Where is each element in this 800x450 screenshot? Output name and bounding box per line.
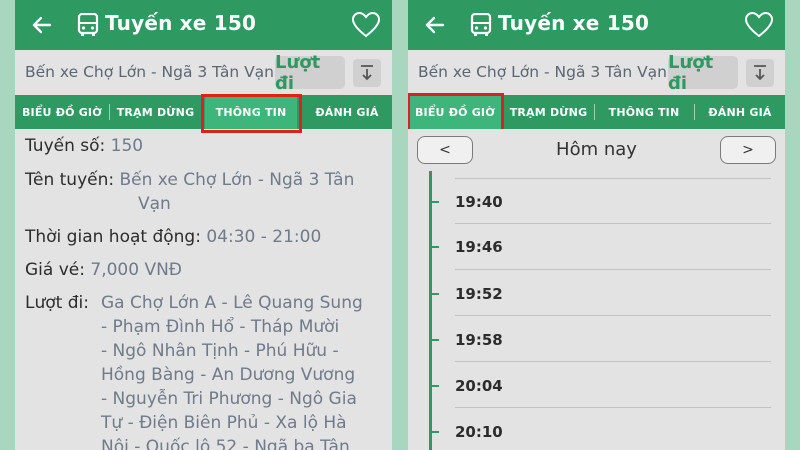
- info-hours: Thời gian hoạt động: 04:30 - 21:00: [25, 225, 321, 249]
- route-title: Tuyến xe 150: [498, 11, 650, 35]
- date-navigator: < Hôm nay >: [408, 129, 785, 171]
- outbound-line: Hồng Bàng - An Dương Vương: [101, 365, 356, 385]
- timeline-tick: [432, 339, 439, 341]
- departure-time: 19:58: [455, 331, 503, 349]
- info-fare: Giá vé: 7,000 VNĐ: [25, 258, 182, 282]
- outbound-line: Tự - Điện Biên Phủ - Xa lộ Hà: [101, 413, 347, 433]
- departure-time: 19:40: [455, 193, 503, 211]
- info-route-name: Tên tuyến: Bến xe Chợ Lớn - Ngã 3 Tân: [25, 168, 354, 192]
- outbound-label: Lượt đi:: [25, 293, 89, 313]
- tab-stops[interactable]: TRẠM DỪNG: [110, 95, 201, 129]
- route-name-label: Tên tuyến:: [25, 170, 115, 190]
- favorite-heart-icon[interactable]: [350, 10, 382, 40]
- outbound-line: - Ngô Nhân Tịnh - Phú Hữu -: [101, 341, 339, 361]
- timeline-tick: [432, 201, 439, 203]
- highlight-box: [408, 93, 504, 132]
- bus-icon: [73, 10, 103, 40]
- next-day-button[interactable]: >: [720, 136, 776, 164]
- timeline-tick: [432, 385, 439, 387]
- route-name-value-cont: Vạn: [138, 194, 171, 214]
- timeline-tick: [432, 431, 439, 433]
- departure-time: 20:04: [455, 377, 503, 395]
- divider-line: [455, 361, 771, 362]
- departure-time: 19:52: [455, 285, 503, 303]
- route-number-label: Tuyến số:: [25, 136, 106, 156]
- timeline-tick: [432, 246, 439, 248]
- outbound-line: - Nguyễn Tri Phương - Ngô Gia: [101, 389, 357, 409]
- app-bar: Tuyến xe 150: [408, 0, 785, 50]
- tab-rating[interactable]: ĐÁNH GIÁ: [302, 95, 392, 129]
- route-name: Bến xe Chợ Lớn - Ngã 3 Tân Vạn: [25, 63, 275, 81]
- route-name-value: Bến xe Chợ Lớn - Ngã 3 Tân: [119, 170, 355, 190]
- info-route-number: Tuyến số: 150: [25, 134, 143, 158]
- direction-button[interactable]: Lượt đi: [275, 52, 345, 94]
- hours-value: 04:30 - 21:00: [206, 227, 322, 247]
- back-arrow-icon[interactable]: [27, 10, 57, 40]
- highlight-box: [201, 94, 302, 133]
- favorite-heart-icon[interactable]: [743, 10, 775, 40]
- divider-line: [455, 269, 771, 270]
- departure-time: 20:10: [455, 423, 503, 441]
- back-arrow-icon[interactable]: [420, 10, 450, 40]
- info-route-name-cont: Vạn: [138, 192, 171, 216]
- divider-line: [455, 223, 771, 224]
- route-name: Bến xe Chợ Lớn - Ngã 3 Tân Vạn: [418, 63, 668, 81]
- tab-schedule[interactable]: BIỂU ĐỒ GIỜ: [15, 95, 109, 129]
- route-number-value: 150: [110, 136, 144, 156]
- swap-direction-button[interactable]: [353, 59, 381, 87]
- direction-button[interactable]: Lượt đi: [668, 52, 738, 94]
- swap-direction-button[interactable]: [746, 59, 774, 87]
- schedule-screen: Tuyến xe 150 Bến xe Chợ Lớn - Ngã 3 Tân …: [408, 0, 785, 450]
- tab-divider: [594, 104, 595, 120]
- timeline-bar: [429, 171, 432, 450]
- fare-value: 7,000 VNĐ: [90, 260, 182, 280]
- bus-icon: [466, 10, 496, 40]
- divider-line: [455, 315, 771, 316]
- outbound-line: Ga Chợ Lớn A - Lê Quang Sung: [101, 293, 363, 313]
- outbound-line: Nội - Quốc lộ 52 - Ngã ba Tân: [101, 437, 350, 450]
- outbound-stops: Ga Chợ Lớn A - Lê Quang Sung - Phạm Đình…: [101, 291, 363, 450]
- route-title: Tuyến xe 150: [105, 11, 257, 35]
- outbound-line: - Phạm Đình Hổ - Tháp Mười: [101, 317, 340, 337]
- info-outbound: Lượt đi:: [25, 291, 89, 315]
- download-arrow-icon: [754, 65, 766, 81]
- download-arrow-icon: [361, 65, 373, 81]
- divider-line: [455, 407, 771, 408]
- route-bar: Bến xe Chợ Lớn - Ngã 3 Tân Vạn Lượt đi: [408, 50, 785, 95]
- app-bar: Tuyến xe 150: [15, 0, 392, 50]
- timeline-tick: [432, 293, 439, 295]
- tab-rating[interactable]: ĐÁNH GIÁ: [695, 95, 785, 129]
- hours-label: Thời gian hoạt động:: [25, 227, 201, 247]
- divider-line: [455, 178, 771, 179]
- fare-label: Giá vé:: [25, 260, 85, 280]
- tab-stops[interactable]: TRẠM DỪNG: [503, 95, 594, 129]
- tab-info[interactable]: THÔNG TIN: [598, 95, 690, 129]
- route-bar: Bến xe Chợ Lớn - Ngã 3 Tân Vạn Lượt đi: [15, 50, 392, 95]
- info-screen: Tuyến xe 150 Bến xe Chợ Lớn - Ngã 3 Tân …: [15, 0, 392, 450]
- departure-time: 19:46: [455, 238, 503, 256]
